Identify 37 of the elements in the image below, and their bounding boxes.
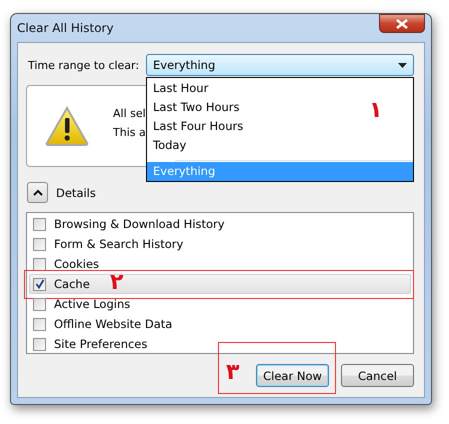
checkbox-label: Browsing & Download History (54, 217, 225, 231)
checkbox-label: Active Logins (54, 297, 130, 311)
dropdown-value: Everything (153, 58, 216, 72)
checkbox-label: Form & Search History (54, 237, 184, 251)
annotation-number: ١ (369, 100, 382, 122)
checkmark-icon (34, 279, 44, 289)
warning-icon (45, 106, 89, 146)
window-title: Clear All History (17, 21, 114, 35)
checkbox-label: Site Preferences (54, 337, 148, 351)
chevron-icon (32, 189, 42, 196)
dropdown-option[interactable]: Last Hour (147, 79, 214, 98)
checkbox[interactable] (33, 298, 46, 310)
checkbox[interactable] (33, 258, 46, 270)
checkbox-label: Cache (54, 277, 90, 291)
close-button[interactable] (379, 14, 425, 33)
dialog-button[interactable]: Cancel (341, 364, 414, 387)
checkbox[interactable] (33, 278, 46, 290)
caret-icon (398, 62, 407, 68)
close-icon (395, 18, 409, 28)
annotation-number: ٣ (226, 362, 240, 384)
checkbox[interactable] (33, 238, 46, 250)
warning-text: This a (113, 126, 146, 139)
details-label: Details (56, 186, 96, 200)
checkbox[interactable] (33, 318, 46, 330)
time-range-label: Time range to clear: (28, 58, 140, 72)
time-range-dropdown[interactable]: Everything (146, 54, 414, 76)
warning-text: All sel (113, 107, 146, 120)
checkbox-label: Cookies (54, 257, 100, 271)
dropdown-option[interactable]: Last Four Hours (147, 117, 250, 136)
dropdown-option[interactable]: Last Two Hours (147, 98, 246, 117)
checkbox[interactable] (33, 338, 46, 350)
dialog-button[interactable]: Clear Now (256, 364, 329, 387)
checkbox-label: Offline Website Data (54, 317, 172, 331)
dropdown-option[interactable]: Today (147, 136, 192, 155)
details-toggle-button[interactable] (27, 182, 48, 203)
annotation-number: ٢ (110, 272, 124, 294)
checkbox[interactable] (33, 218, 46, 230)
